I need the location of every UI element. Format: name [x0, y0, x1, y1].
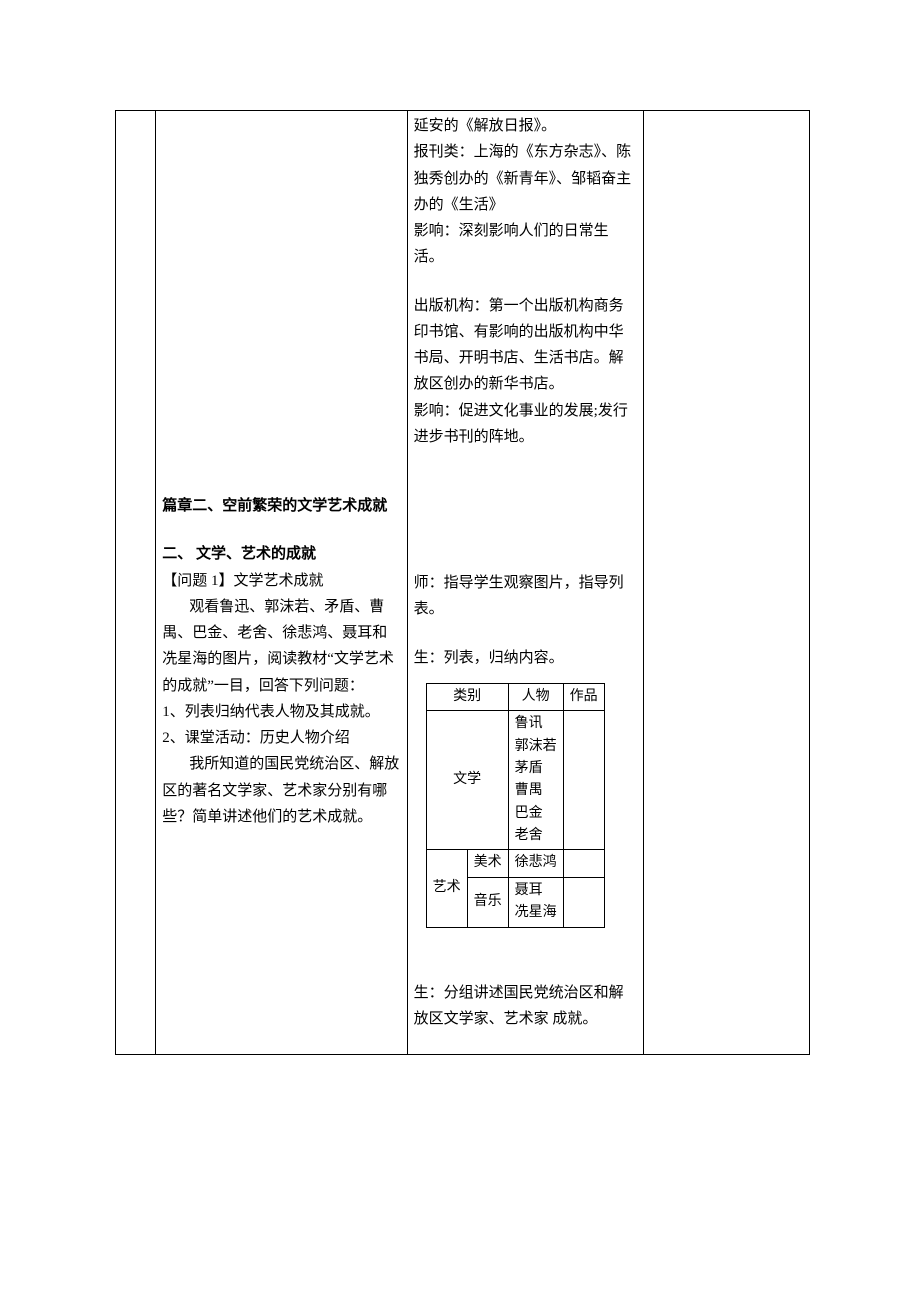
main-table: 篇章二、空前繁荣的文学艺术成就 二、 文学、艺术的成就 【问题 1】文学艺术成就…	[115, 110, 810, 1055]
section-heading-2: 二、 文学、艺术的成就	[162, 541, 400, 567]
table-row: 艺术 美术 徐悲鸿	[426, 850, 604, 877]
cell-literature-label: 文学	[426, 711, 508, 850]
paragraph: 我所知道的国民党统治区、解放区的著名文学家、艺术家分别有哪些？简单讲述他们的艺术…	[162, 756, 399, 825]
cell-literature-works	[563, 711, 604, 850]
cell-art-work-1	[563, 850, 604, 877]
section-heading-1: 篇章二、空前繁荣的文学艺术成就	[162, 493, 400, 519]
cell-art-person-2: 聂耳 冼星海	[508, 877, 563, 927]
cell-art-sub-1: 美术	[467, 850, 508, 877]
paragraph: 出版机构：第一个出版机构商务印书馆、有影响的出版机构中华书局、开明书店、生活书店…	[414, 293, 637, 398]
cell-right-margin	[644, 111, 810, 1055]
document-page: 篇章二、空前繁荣的文学艺术成就 二、 文学、艺术的成就 【问题 1】文学艺术成就…	[0, 0, 920, 1302]
question-label: 【问题 1】文学艺术成就	[162, 573, 323, 589]
cell-teacher-student: 延安的《解放日报》。 报刊类：上海的《东方杂志》、陈独秀创办的《新青年》、邹韬奋…	[407, 111, 643, 1055]
table-row: 文学 鲁讯 郭沫若 茅盾 曹禺 巴金 老舍	[426, 711, 604, 850]
cell-left-margin	[116, 111, 156, 1055]
th-person: 人物	[508, 683, 563, 710]
cell-art-sub-2: 音乐	[467, 877, 508, 927]
paragraph: 报刊类：上海的《东方杂志》、陈独秀创办的《新青年》、邹韬奋主办的《生活》	[414, 139, 637, 218]
list-item: 2、课堂活动：历史人物介绍	[162, 725, 400, 751]
table-row: 类别 人物 作品	[426, 683, 604, 710]
student-note: 生：列表，归纳内容。	[414, 645, 637, 671]
paragraph: 观看鲁迅、郭沫若、矛盾、曹禺、巴金、老舍、徐悲鸿、聂耳和冼星海的图片，阅读教材“…	[162, 599, 394, 694]
teacher-note: 师：指导学生观察图片，指导列表。	[414, 570, 637, 623]
list-item: 1、列表归纳代表人物及其成就。	[162, 699, 400, 725]
cell-teaching-content: 篇章二、空前繁荣的文学艺术成就 二、 文学、艺术的成就 【问题 1】文学艺术成就…	[156, 111, 407, 1055]
cell-literature-persons: 鲁讯 郭沫若 茅盾 曹禺 巴金 老舍	[508, 711, 563, 850]
cell-art-person-1: 徐悲鸿	[508, 850, 563, 877]
student-note: 生：分组讲述国民党统治区和解放区文学家、艺术家 成就。	[414, 980, 637, 1033]
th-work: 作品	[563, 683, 604, 710]
cell-art-work-2	[563, 877, 604, 927]
paragraph: 影响：促进文化事业的发展;发行进步书刊的阵地。	[414, 398, 637, 451]
table-row: 篇章二、空前繁荣的文学艺术成就 二、 文学、艺术的成就 【问题 1】文学艺术成就…	[116, 111, 810, 1055]
paragraph: 延安的《解放日报》。	[414, 113, 637, 139]
inner-table: 类别 人物 作品 文学 鲁讯 郭沫若 茅盾 曹禺 巴金 老舍 艺术 美术	[426, 683, 605, 928]
cell-art-label: 艺术	[426, 850, 467, 927]
th-category: 类别	[426, 683, 508, 710]
paragraph: 影响：深刻影响人们的日常生活。	[414, 218, 637, 271]
